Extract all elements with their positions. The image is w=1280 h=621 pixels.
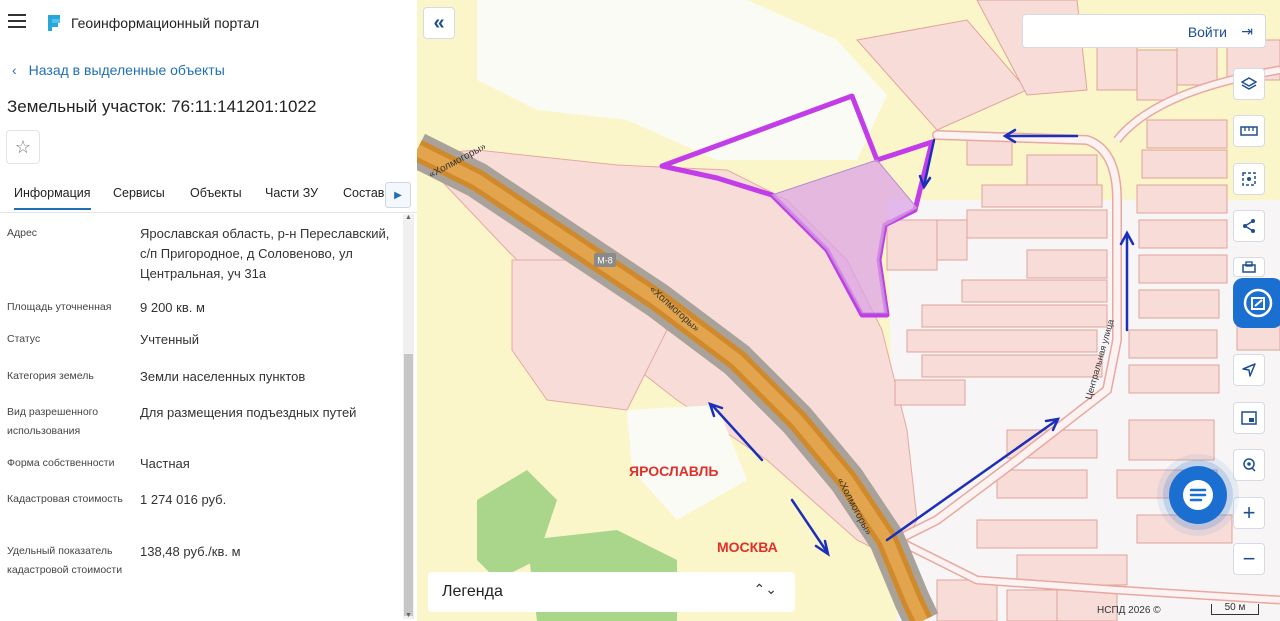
info-label: Адрес [7,227,38,239]
zoom-out-icon[interactable]: − [1233,543,1265,575]
info-label: Категория земель [7,370,94,382]
city-label-moscow: МОСКВА [717,539,778,555]
scale-bar: 50 м [1211,603,1259,615]
favorite-star-icon[interactable]: ☆ [6,130,40,164]
chevron-left-icon: ‹ [12,62,17,78]
info-value: 1 274 016 руб. [140,492,227,507]
minimap-icon[interactable] [1233,402,1265,434]
info-value: Учтенный [140,332,200,347]
scroll-down-icon[interactable]: ▼ [403,612,414,619]
back-label: Назад в выделенные объекты [28,62,225,78]
info-value: Земли населенных пунктов [140,369,306,384]
info-value: 138,48 руб./кв. м [140,544,241,559]
tab-composition[interactable]: Состав [343,186,384,200]
road-shield-label: M-8 [597,256,613,266]
panel-scrollbar[interactable]: ▲ ▼ [403,214,414,619]
ruler-icon[interactable] [1233,115,1265,147]
collapse-panel-icon[interactable]: « [423,7,455,39]
tab-objects[interactable]: Объекты [190,186,242,200]
info-value: 9 200 кв. м [140,300,205,315]
info-value: Ярославская область, р-н Переславский, с… [140,226,390,281]
area-select-icon[interactable] [1233,163,1265,195]
search-place-icon[interactable] [1233,449,1265,481]
tab-services[interactable]: Сервисы [113,186,165,200]
login-button[interactable]: Войти ⇥ [1022,14,1266,48]
top-bar: Геоинформационный портал [0,0,417,46]
feedback-fab-icon[interactable] [1233,278,1280,328]
zoom-in-icon[interactable]: + [1233,497,1265,529]
share-icon[interactable] [1233,210,1265,242]
info-label: Статус [7,333,41,345]
chevron-up-down-icon: ⌃⌄ [753,581,777,597]
tab-scroll-right-icon[interactable]: ▶ [385,182,411,208]
tab-bar: Информация Сервисы Объекты Части ЗУ Сост… [0,178,417,213]
layers-icon[interactable] [1233,68,1265,100]
map-attribution: НСПД 2026 © [1097,605,1161,616]
info-value: Частная [140,456,190,471]
map-canvas[interactable]: M-8 «Холмогоры» «Холмогоры» «Холмогоры» … [417,0,1280,621]
login-label: Войти [1187,24,1227,40]
app-title: Геоинформационный портал [71,15,260,31]
scrollbar-thumb[interactable] [404,354,413,616]
locate-me-icon[interactable] [1233,354,1265,386]
info-panel: Геоинформационный портал ‹ Назад в выделе… [0,0,418,621]
portal-logo-icon [48,15,60,31]
info-value: Для размещения подъездных путей [140,405,357,420]
info-label: Вид разрешенного использования [7,406,99,437]
info-label: Форма собственности [7,457,115,469]
tab-parts[interactable]: Части ЗУ [265,186,318,200]
tab-information[interactable]: Информация [14,186,91,210]
legend-label: Легенда [442,583,503,600]
chat-icon[interactable] [1169,466,1227,524]
menu-icon[interactable] [8,14,26,28]
page-title: Земельный участок: 76:11:141201:1022 [7,97,317,116]
info-label: Кадастровая стоимость [7,493,123,505]
login-icon: ⇥ [1241,23,1253,39]
info-label: Удельный показатель кадастровой стоимост… [7,545,123,576]
scroll-up-icon[interactable]: ▲ [403,214,414,221]
city-label-yaroslavl: ЯРОСЛАВЛЬ [629,463,718,479]
info-label: Площадь уточненная [7,301,112,313]
back-link[interactable]: ‹ Назад в выделенные объекты [12,62,225,78]
legend-dropdown[interactable]: Легенда ⌃⌄ [428,572,795,612]
print-icon[interactable] [1233,257,1265,277]
map-view[interactable]: M-8 «Холмогоры» «Холмогоры» «Холмогоры» … [417,0,1280,621]
